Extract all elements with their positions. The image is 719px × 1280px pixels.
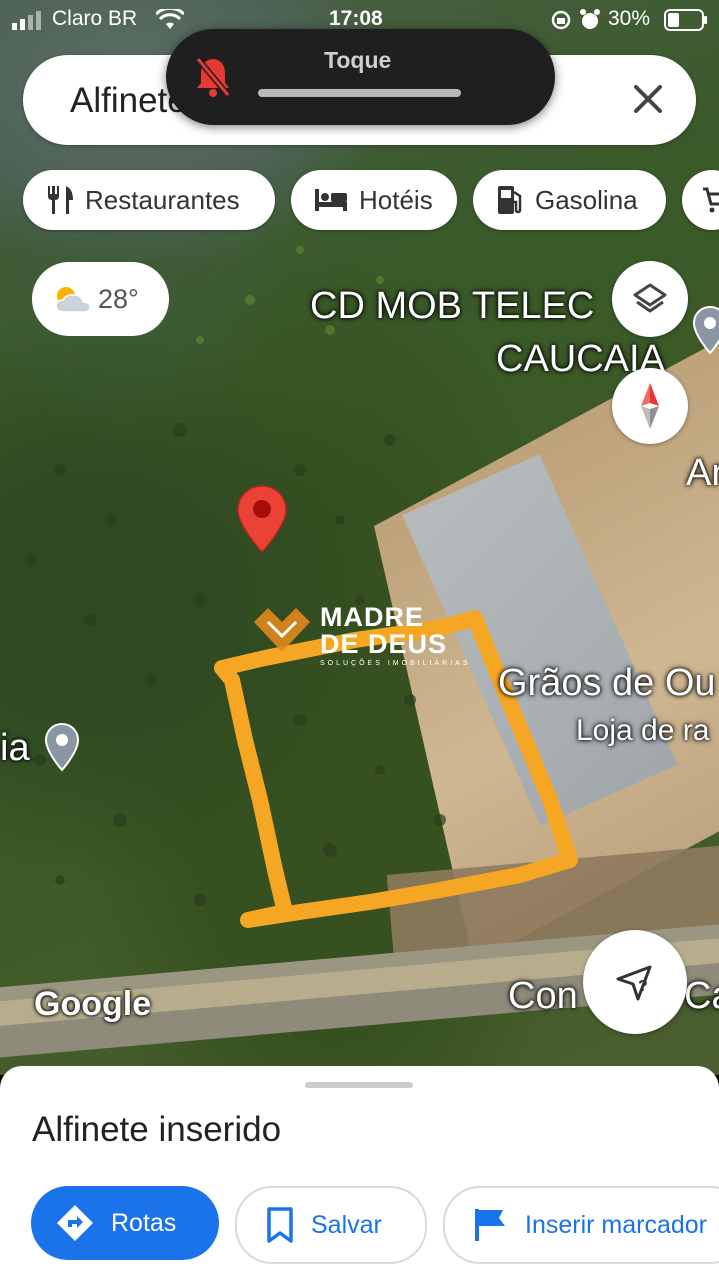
compass-icon (641, 383, 659, 429)
directions-label: Rotas (111, 1208, 177, 1237)
battery-icon (664, 9, 707, 31)
rotation-lock-icon (551, 10, 571, 30)
add-label-text: Inserir marcador (525, 1210, 707, 1239)
ringer-volume-toast: Toque (166, 29, 555, 125)
madre-de-deus-logo-icon (254, 608, 310, 652)
sheet-drag-handle[interactable] (305, 1082, 413, 1088)
satellite-map[interactable]: MADRE DE DEUS SOLUÇÕES IMOBILIÁRIAS CD M… (0, 0, 719, 1075)
chip-label: Restaurantes (85, 184, 240, 215)
fork-knife-icon (45, 185, 75, 215)
google-attribution: Google (34, 985, 152, 1023)
watermark-line-1: MADRE (320, 602, 424, 632)
volume-level-bar (258, 89, 461, 97)
temperature: 28° (98, 283, 139, 314)
map-label-graos[interactable]: Grãos de Ou (498, 662, 716, 705)
weather-badge[interactable]: 28° (32, 262, 169, 336)
map-label-ca[interactable]: Ca (684, 975, 719, 1018)
location-unknown-icon: ? (616, 965, 652, 1001)
clock: 17:08 (329, 7, 383, 30)
map-label-ar[interactable]: Ar (686, 452, 719, 495)
map-label-loja[interactable]: Loja de ra (576, 714, 709, 748)
signal-strength-icon (12, 11, 41, 30)
shopping-cart-icon (700, 185, 719, 215)
dropped-pin-icon[interactable] (236, 484, 288, 554)
map-label-cd-mob[interactable]: CD MOB TELEC (310, 285, 594, 328)
partly-cloudy-icon (55, 287, 91, 313)
directions-icon (55, 1203, 95, 1243)
place-title: Alfinete inserido (32, 1110, 282, 1149)
bell-muted-icon (195, 57, 231, 97)
carrier-name: Claro BR (52, 7, 138, 30)
watermark-text: MADRE DE DEUS (320, 604, 447, 658)
map-label-con[interactable]: Con (508, 975, 578, 1018)
map-label-ia[interactable]: ia (0, 727, 30, 770)
bed-icon (313, 185, 349, 215)
place-pin-icon[interactable] (44, 722, 80, 772)
chip-label: Hotéis (359, 184, 433, 215)
watermark-tagline: SOLUÇÕES IMOBILIÁRIAS (320, 660, 471, 667)
bookmark-icon (265, 1206, 295, 1244)
save-label: Salvar (311, 1210, 382, 1239)
place-bottom-sheet[interactable]: Alfinete inserido Rotas Salvar Inserir m… (0, 1066, 719, 1280)
alarm-icon (580, 9, 600, 29)
place-pin-icon[interactable] (692, 305, 719, 355)
location-button[interactable]: ? (583, 930, 687, 1034)
flag-icon (473, 1207, 509, 1243)
gas-pump-icon (495, 185, 525, 215)
battery-percent: 30% (608, 7, 651, 30)
wifi-icon (156, 9, 184, 29)
watermark-line-2: DE DEUS (320, 629, 448, 659)
layers-icon (633, 283, 667, 313)
save-button[interactable]: Salvar (235, 1186, 427, 1264)
add-label-button[interactable]: Inserir marcador (443, 1186, 719, 1264)
compass-button[interactable] (612, 368, 688, 444)
chip-label: Gasolina (535, 184, 638, 215)
directions-button[interactable]: Rotas (31, 1186, 219, 1260)
chip-gasolina[interactable]: Gasolina (473, 170, 666, 230)
chip-restaurantes[interactable]: Restaurantes (23, 170, 275, 230)
plot-boundary-outline (214, 610, 578, 928)
layers-button[interactable] (612, 261, 688, 337)
chip-hoteis[interactable]: Hotéis (291, 170, 457, 230)
close-icon[interactable] (630, 81, 666, 117)
svg-text:?: ? (638, 978, 648, 995)
toast-title: Toque (324, 47, 392, 73)
